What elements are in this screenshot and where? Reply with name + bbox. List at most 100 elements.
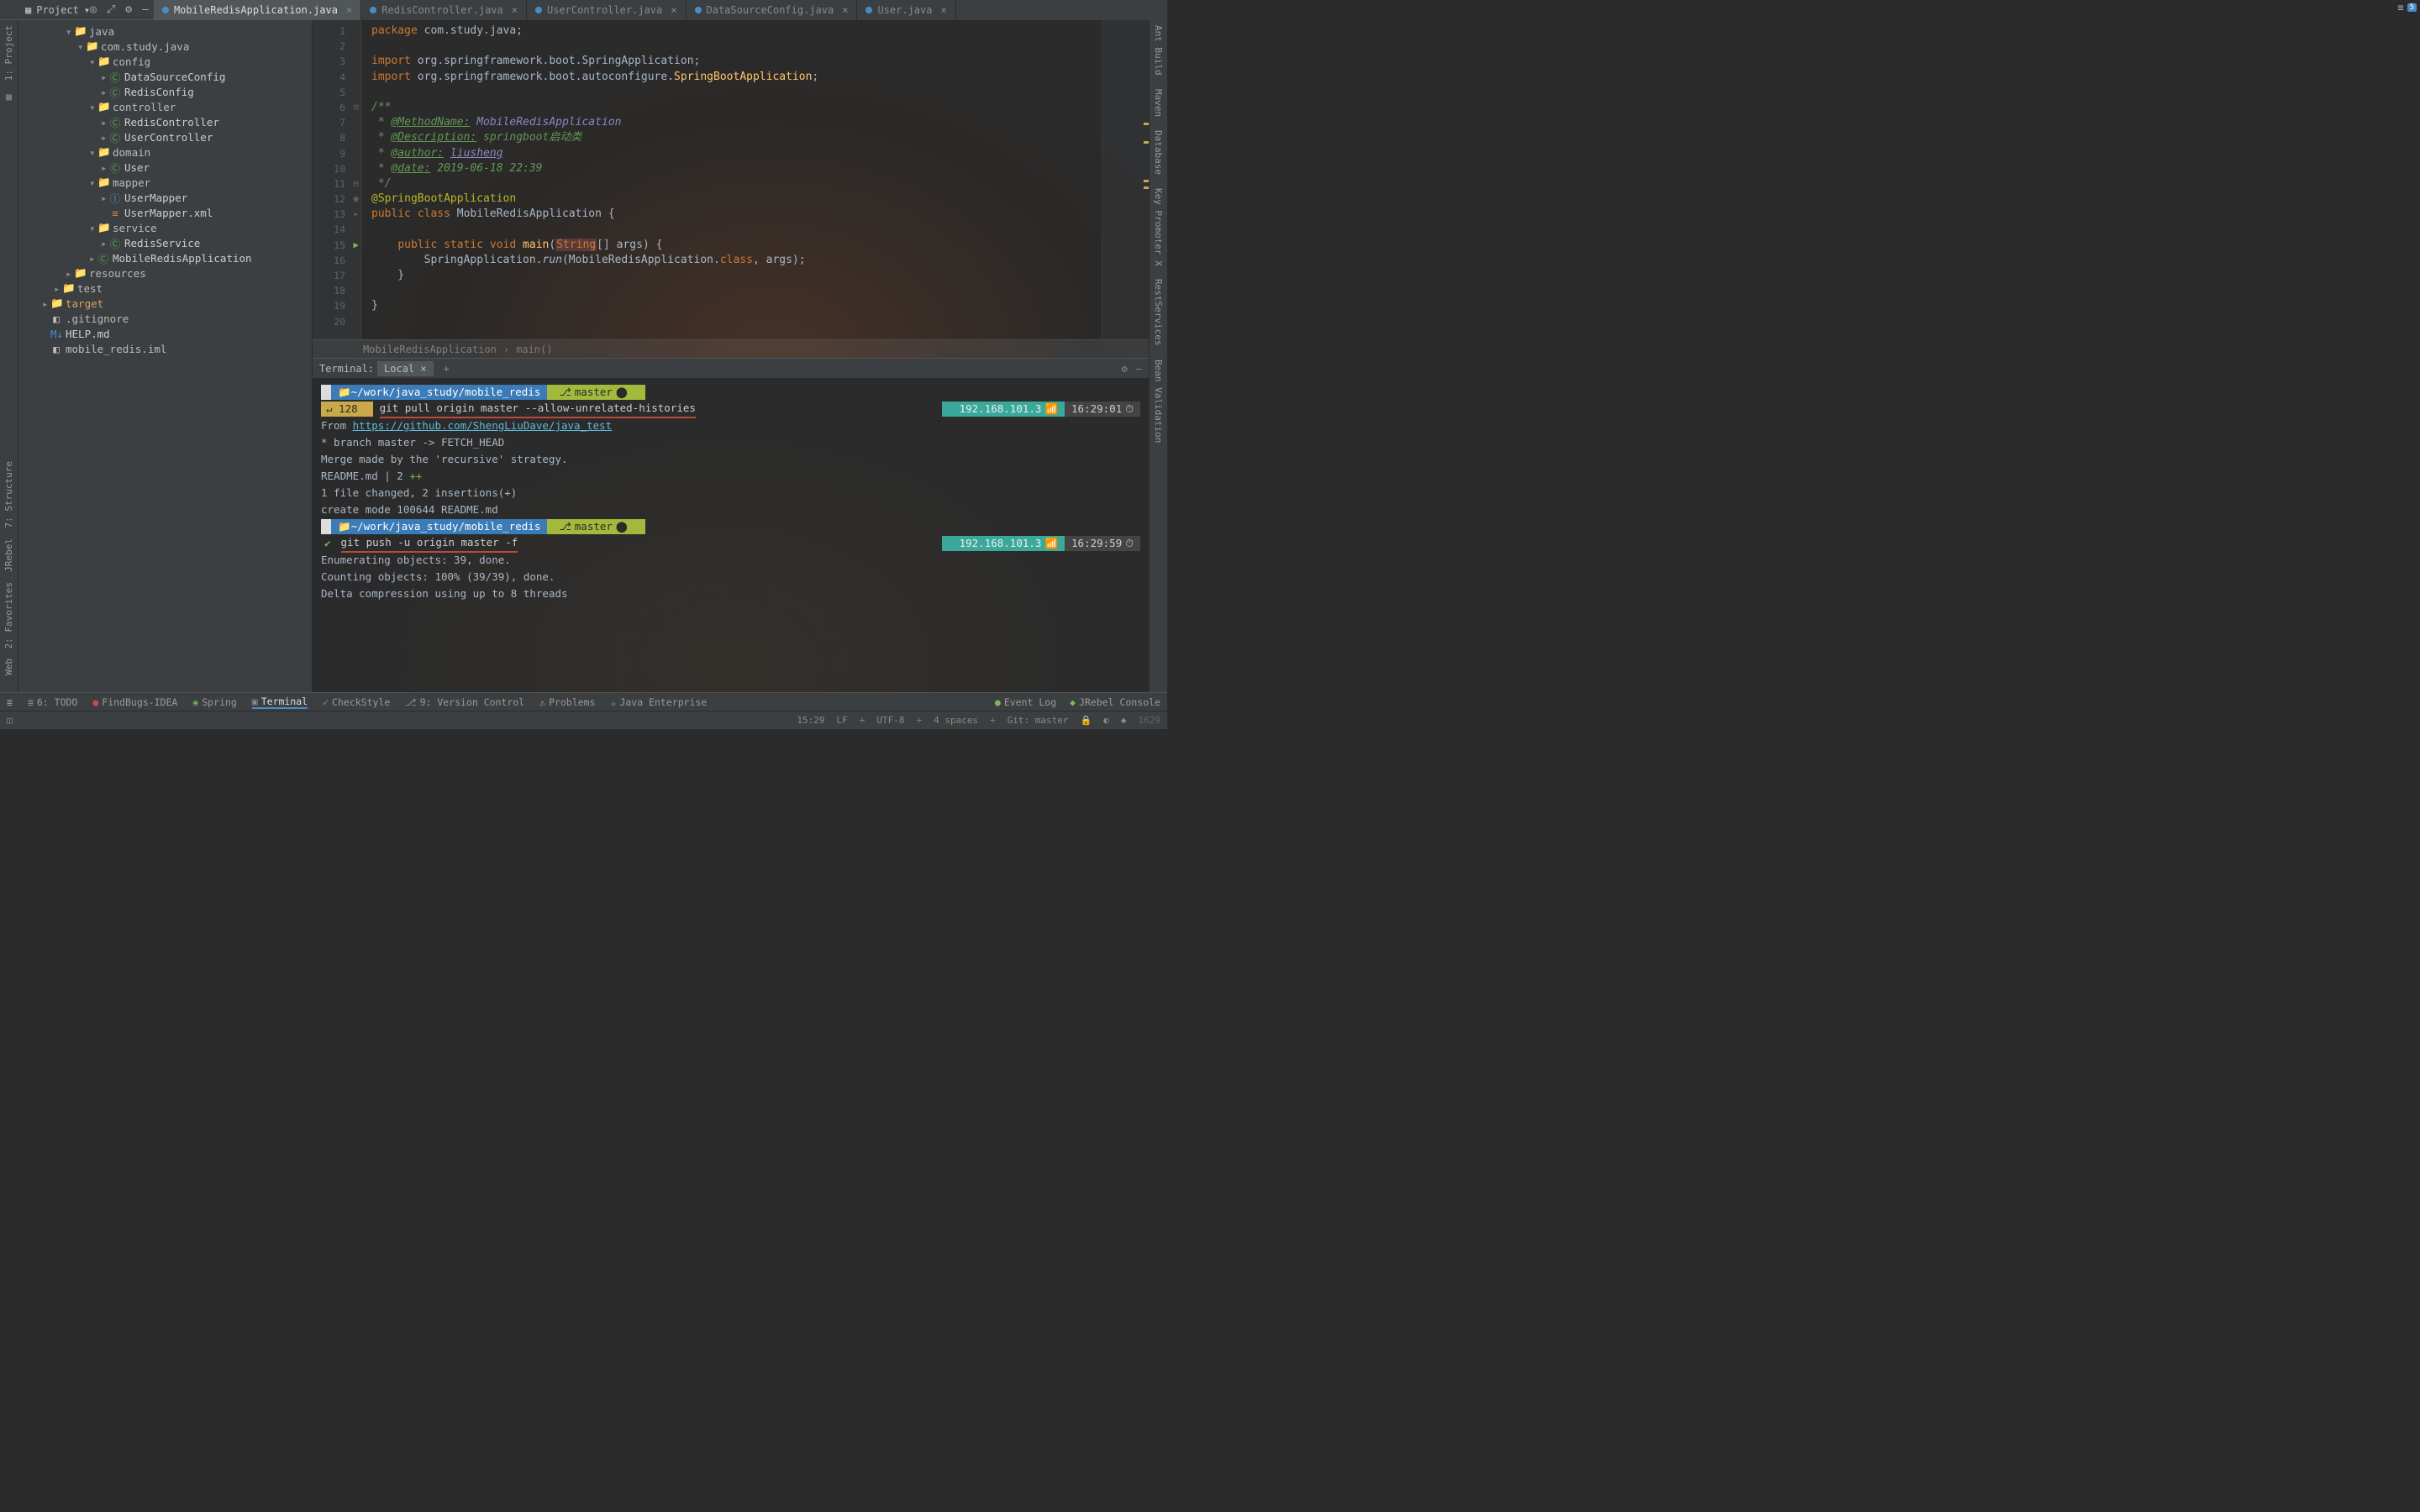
editor-minimap[interactable] <box>1102 20 1149 339</box>
tab-count-badge: ≡ 5 <box>2397 2 2417 13</box>
apple-icon <box>321 385 331 400</box>
expand-icon[interactable]: ⤢ <box>107 3 115 16</box>
terminal-output-line: From https://github.com/ShengLiuDave/jav… <box>321 417 1140 434</box>
web-tool-button[interactable]: Web <box>3 659 14 675</box>
close-icon[interactable]: × <box>420 363 426 375</box>
tree-item[interactable]: ▸ⒾUserMapper <box>18 190 312 205</box>
project-view-selector[interactable]: ▦ Project ▾ <box>25 4 90 16</box>
status-note: 1629 <box>1139 715 1161 726</box>
apple-icon <box>321 519 331 534</box>
minimize-icon[interactable]: — <box>1136 363 1142 375</box>
editor-tab[interactable]: User.java× <box>857 0 955 20</box>
favorites-tool-button[interactable]: 2: Favorites <box>3 582 14 648</box>
rebel-icon[interactable]: ◆ <box>1121 715 1127 726</box>
editor-tab[interactable]: RedisController.java× <box>361 0 527 20</box>
target-icon[interactable]: ◎ <box>90 3 97 16</box>
tree-item[interactable]: ▾📁service <box>18 220 312 235</box>
jrebel-tool-button[interactable]: JRebel <box>3 538 14 572</box>
tool-window-button[interactable]: ≣ 6: TODO <box>28 696 77 708</box>
code-editor[interactable]: package com.study.java;import org.spring… <box>361 20 1149 339</box>
minimize-icon[interactable]: — <box>142 3 149 16</box>
tree-item[interactable]: ▸ⒸUserController <box>18 129 312 144</box>
tree-item[interactable]: ◧mobile_redis.iml <box>18 341 312 356</box>
prompt-time: 16:29:59 ⏱ <box>1065 536 1140 551</box>
tree-item[interactable]: ▾📁config <box>18 54 312 69</box>
git-branch[interactable]: Git: master <box>1007 715 1069 726</box>
right-tool-button[interactable]: Database <box>1153 130 1164 175</box>
tree-item[interactable]: ▾📁domain <box>18 144 312 160</box>
right-tool-button[interactable]: Ant Build <box>1153 25 1164 76</box>
project-tree-panel: ▾📁java▾📁com.study.java▾📁config▸ⒸDataSour… <box>18 20 313 692</box>
close-icon[interactable]: × <box>346 4 352 16</box>
breadcrumb-item[interactable]: MobileRedisApplication <box>363 344 497 355</box>
right-tool-button[interactable]: Maven <box>1153 89 1164 117</box>
tool-window-button[interactable]: ⎇ 9: Version Control <box>405 696 524 708</box>
encoding[interactable]: UTF-8 <box>876 715 904 726</box>
tree-item[interactable]: ▾📁controller <box>18 99 312 114</box>
prompt-branch: ⎇ master ⬤ <box>547 519 645 534</box>
indent-setting[interactable]: 4 spaces <box>934 715 978 726</box>
tool-window-button[interactable]: ❀ Spring <box>192 696 236 708</box>
tree-item[interactable]: M↓HELP.md <box>18 326 312 341</box>
lock-icon[interactable]: 🔒 <box>1081 715 1092 726</box>
line-separator[interactable]: LF <box>836 715 847 726</box>
generic-icon[interactable]: ◐ <box>1103 715 1109 726</box>
terminal-output-line: Merge made by the 'recursive' strategy. <box>321 451 1140 468</box>
tree-item[interactable]: ▸ⒸRedisService <box>18 235 312 250</box>
right-tool-button[interactable]: Key Promoter X <box>1153 188 1164 266</box>
prompt-path: 📁 ~/work/java_study/mobile_redis <box>331 385 555 400</box>
terminal-tab-local[interactable]: Local × <box>377 361 434 376</box>
tree-item[interactable]: ▾📁mapper <box>18 175 312 190</box>
divider: ÷ <box>990 715 996 726</box>
tree-item[interactable]: ▸ⒸUser <box>18 160 312 175</box>
close-icon[interactable]: × <box>512 4 518 16</box>
right-tool-stripe: Ant Build Maven Database Key Promoter X Rest… <box>1149 20 1167 692</box>
tree-item[interactable]: ▾📁java <box>18 24 312 39</box>
tree-item[interactable]: ≡UserMapper.xml <box>18 205 312 220</box>
gear-icon[interactable]: ⚙ <box>125 3 132 16</box>
gear-icon[interactable]: ⚙ <box>1122 363 1128 375</box>
tree-item[interactable]: ◧.gitignore <box>18 311 312 326</box>
tree-item[interactable]: ▾📁com.study.java <box>18 39 312 54</box>
prompt-success-icon: ✔ <box>321 536 334 551</box>
bottom-tool-windows: ≣ ≣ 6: TODO ● FindBugs-IDEA ❀ Spring ▣ Term… <box>0 692 1167 711</box>
terminal-panel: Terminal: Local × + ⚙ — 📁 ~/work/java_st… <box>313 358 1149 692</box>
terminal-output-line: 1 file changed, 2 insertions(+) <box>321 485 1140 501</box>
tree-item[interactable]: ▸ⒸDataSourceConfig <box>18 69 312 84</box>
right-tool-button[interactable]: Bean Validation <box>1153 360 1164 443</box>
tree-item[interactable]: ▸📁target <box>18 296 312 311</box>
terminal-body[interactable]: 📁 ~/work/java_study/mobile_redis ⎇ maste… <box>313 379 1149 692</box>
editor-tab[interactable]: UserController.java× <box>527 0 687 20</box>
breadcrumb-item[interactable]: main() <box>516 344 552 355</box>
chevron-down-icon: ▾ <box>84 4 90 16</box>
close-icon[interactable]: × <box>671 4 676 16</box>
tool-window-button[interactable]: ☕ Java Enterprise <box>611 696 708 708</box>
editor-tab[interactable]: DataSourceConfig.java× <box>687 0 858 20</box>
tool-window-button[interactable]: ◆ JRebel Console <box>1070 696 1160 708</box>
tree-item[interactable]: ▸📁test <box>18 281 312 296</box>
close-icon[interactable]: × <box>940 4 946 16</box>
tool-window-button[interactable]: ✓ CheckStyle <box>323 696 390 708</box>
tree-item[interactable]: ▸ⒸRedisController <box>18 114 312 129</box>
terminal-output-line: create mode 100644 README.md <box>321 501 1140 518</box>
cursor-position[interactable]: 15:29 <box>797 715 824 726</box>
right-tool-button[interactable]: RestServices <box>1153 279 1164 345</box>
terminal-add-button[interactable]: + <box>437 361 456 376</box>
close-icon[interactable]: × <box>842 4 848 16</box>
tree-item[interactable]: ▸📁resources <box>18 265 312 281</box>
tool-window-button[interactable]: ● FindBugs-IDEA <box>92 696 177 708</box>
tool-window-button[interactable]: ● Event Log <box>995 696 1056 708</box>
menu-icon[interactable]: ≡ <box>2397 2 2403 13</box>
tree-item[interactable]: ▸ⒸMobileRedisApplication <box>18 250 312 265</box>
tool-window-button[interactable]: ▣ Terminal <box>252 696 308 709</box>
tool-windows-icon[interactable]: ≣ <box>7 696 13 708</box>
top-bar: ▦ Project ▾ ◎ ⤢ ⚙ — MobileRedisApplicati… <box>0 0 1167 20</box>
editor-tab[interactable]: MobileRedisApplication.java× <box>154 0 361 20</box>
left-tool-stripe: 1: Project ■ 7: Structure JRebel 2: Favo… <box>0 20 18 692</box>
status-left-icon[interactable]: ◫ <box>7 715 13 726</box>
terminal-header: Terminal: Local × + ⚙ — <box>313 359 1149 379</box>
tree-item[interactable]: ▸ⒸRedisConfig <box>18 84 312 99</box>
structure-tool-button[interactable]: 7: Structure <box>3 461 14 528</box>
tool-window-button[interactable]: ⚠ Problems <box>539 696 595 708</box>
project-tool-button[interactable]: 1: Project <box>3 25 14 81</box>
